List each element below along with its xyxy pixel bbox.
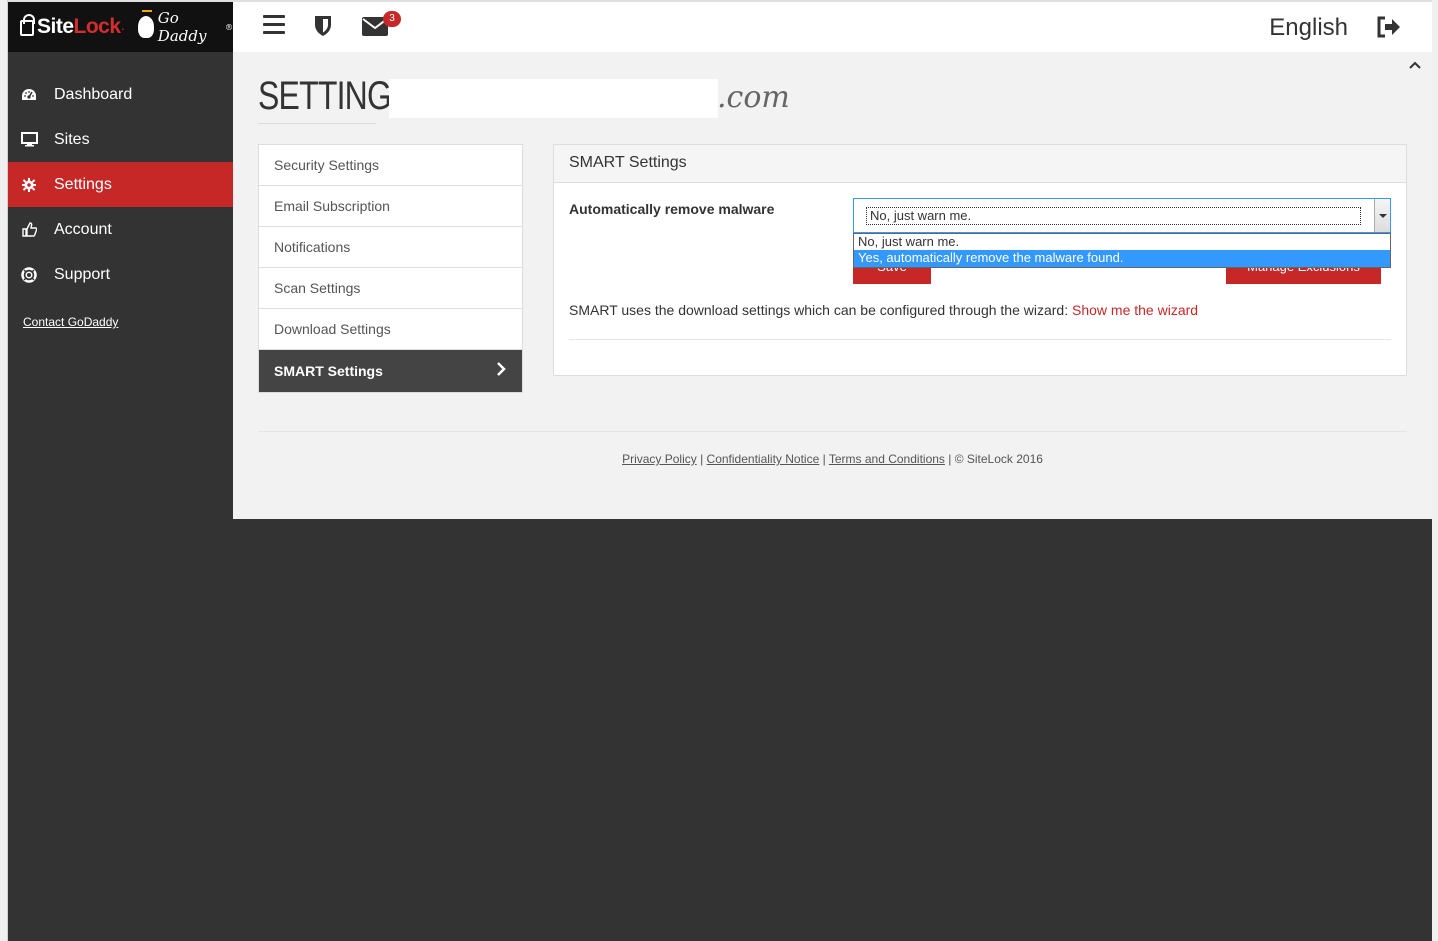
- sidebar-item-support[interactable]: Support: [8, 252, 233, 297]
- option-warn[interactable]: No, just warn me.: [854, 234, 1390, 250]
- menu-item-label: Notifications: [274, 239, 351, 255]
- wizard-info-text: SMART uses the download settings which c…: [569, 302, 1069, 318]
- logo-bar: Site Lock. Go Daddy ®: [8, 2, 233, 52]
- sidebar-item-dashboard[interactable]: Dashboard: [8, 72, 233, 117]
- domain-name-redacted: [389, 79, 718, 118]
- gear-icon: [20, 176, 38, 194]
- wizard-info: SMART uses the download settings which c…: [569, 302, 1198, 318]
- sitelock-logo[interactable]: Site Lock.: [20, 14, 125, 39]
- chevron-down-icon[interactable]: [1374, 199, 1390, 232]
- lifebuoy-icon: [20, 266, 38, 284]
- sidebar-item-account[interactable]: Account: [8, 207, 233, 252]
- menu-item-label: Download Settings: [274, 321, 391, 337]
- top-bar: 3 English: [233, 2, 1432, 52]
- language-selector[interactable]: English: [1269, 14, 1348, 42]
- logo-site-text: Site: [37, 15, 74, 38]
- sidebar: Site Lock. Go Daddy ® Dashboard Sites Sett…: [8, 2, 233, 941]
- sidebar-item-label: Settings: [54, 175, 112, 193]
- godaddy-logo[interactable]: Go Daddy ®: [137, 9, 233, 45]
- sidebar-item-label: Support: [54, 265, 111, 283]
- title-underline: [258, 123, 376, 124]
- copyright-text: | © SiteLock 2016: [944, 452, 1043, 466]
- footer: Privacy Policy | Confidentiality Notice …: [233, 452, 1432, 466]
- godaddy-tm: ®: [225, 22, 233, 32]
- menu-item-label: SMART Settings: [274, 363, 383, 379]
- mail-count-badge: 3: [383, 11, 401, 27]
- menu-item-notifications[interactable]: Notifications: [259, 227, 522, 268]
- chevron-right-icon: [496, 362, 506, 376]
- auto-remove-dropdown-list: No, just warn me. Yes, automatically rem…: [853, 233, 1391, 268]
- window-frame-right: [1432, 0, 1438, 941]
- monitor-icon: [20, 131, 38, 149]
- option-auto-remove[interactable]: Yes, automatically remove the malware fo…: [854, 250, 1390, 267]
- footer-separator: |: [819, 452, 829, 466]
- logo-lock-text: Lock: [73, 15, 122, 38]
- scroll-up-chevron-icon[interactable]: [1406, 58, 1424, 76]
- menu-toggle-icon[interactable]: [263, 15, 285, 39]
- footer-divider: [258, 431, 1407, 432]
- footer-separator: |: [696, 452, 707, 466]
- padlock-icon: [20, 14, 35, 36]
- godaddy-mascot-icon: [137, 10, 154, 38]
- select-current-value: No, just warn me.: [866, 207, 1361, 225]
- panel-title: SMART Settings: [554, 145, 1406, 183]
- menu-item-download-settings[interactable]: Download Settings: [259, 309, 522, 350]
- thumbs-up-icon: [20, 221, 38, 239]
- privacy-policy-link[interactable]: Privacy Policy: [622, 452, 697, 466]
- page-title: SETTINGS: [258, 74, 412, 119]
- sidebar-item-label: Account: [54, 220, 112, 238]
- confidentiality-notice-link[interactable]: Confidentiality Notice: [707, 452, 820, 466]
- auto-remove-label: Automatically remove malware: [569, 201, 775, 217]
- sidebar-item-label: Sites: [54, 130, 90, 148]
- domain-tld: .com: [717, 80, 790, 115]
- shield-icon[interactable]: [314, 15, 332, 37]
- menu-item-label: Scan Settings: [274, 280, 361, 296]
- menu-item-security-settings[interactable]: Security Settings: [259, 145, 522, 186]
- menu-item-label: Email Subscription: [274, 198, 390, 214]
- logo-tm: .: [121, 22, 125, 32]
- main-content: 3 English SETTINGS .com Security Setting…: [233, 2, 1432, 519]
- sidebar-item-label: Dashboard: [54, 85, 133, 103]
- settings-menu: Security Settings Email Subscription Not…: [258, 144, 523, 393]
- smart-settings-panel: SMART Settings Automatically remove malw…: [553, 144, 1407, 376]
- sidebar-item-sites[interactable]: Sites: [8, 117, 233, 162]
- show-wizard-link[interactable]: Show me the wizard: [1072, 302, 1198, 318]
- sidebar-item-settings[interactable]: Settings: [8, 162, 233, 207]
- panel-divider: [569, 339, 1391, 340]
- contact-godaddy-link[interactable]: Contact GoDaddy: [8, 315, 233, 329]
- page-title-text: SETTINGS: [258, 74, 412, 118]
- menu-item-label: Security Settings: [274, 157, 380, 173]
- godaddy-text: Go Daddy: [157, 9, 207, 45]
- menu-item-email-subscription[interactable]: Email Subscription: [259, 186, 522, 227]
- terms-link[interactable]: Terms and Conditions: [829, 452, 945, 466]
- auto-remove-select[interactable]: No, just warn me.: [853, 198, 1391, 233]
- sidebar-nav: Dashboard Sites Settings Account Support: [8, 72, 233, 297]
- window-frame-left: [0, 0, 8, 941]
- menu-item-scan-settings[interactable]: Scan Settings: [259, 268, 522, 309]
- dashboard-icon: [20, 86, 38, 104]
- menu-item-smart-settings[interactable]: SMART Settings: [259, 350, 522, 392]
- sign-out-icon[interactable]: [1376, 16, 1400, 38]
